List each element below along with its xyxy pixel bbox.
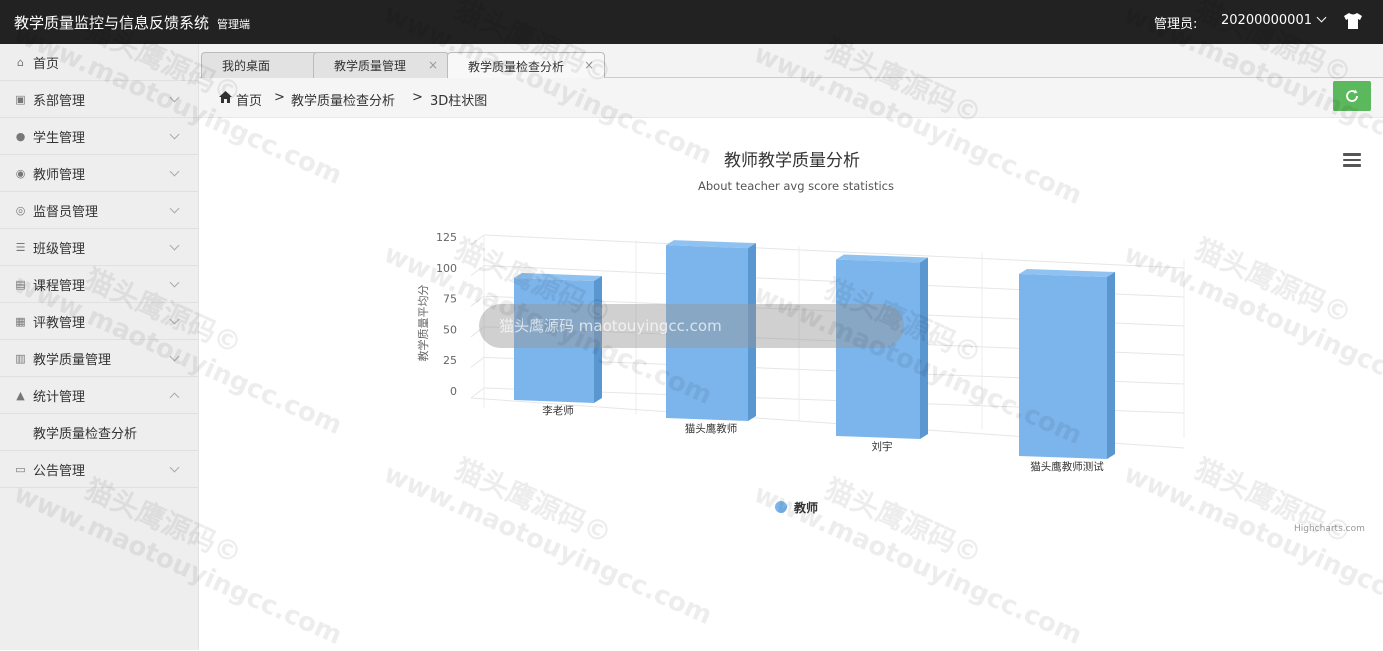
- main-content: 教师教学质量分析 About teacher avg score statist…: [199, 118, 1383, 650]
- sidebar-item-label: 班级管理: [33, 241, 86, 257]
- user-icon: ●: [15, 129, 26, 143]
- sidebar-item-label: 监督员管理: [33, 204, 99, 220]
- tab-label: 教学质量检查分析: [468, 59, 565, 74]
- sidebar-item-label: 评教管理: [33, 315, 86, 331]
- sidebar-item-label: 首页: [33, 56, 60, 72]
- sidebar-item-quality[interactable]: ▥ 教学质量管理: [0, 340, 198, 377]
- chart-credits[interactable]: Highcharts.com: [1294, 524, 1365, 534]
- app-title: 教学质量监控与信息反馈系统 管理端: [14, 12, 250, 33]
- sidebar-item-label: 系部管理: [33, 93, 86, 109]
- admin-dropdown[interactable]: 20200000001: [1221, 12, 1327, 28]
- y-tick-label: 0: [450, 385, 457, 398]
- sidebar: ⌂ 首页 ▣ 系部管理 ● 学生管理 ◉ 教师管理 ◎ 监督员管理 ☰ 班级管理 ▤ 课程管理…: [0, 44, 199, 650]
- skin-icon[interactable]: [1344, 13, 1362, 29]
- sidebar-item-evaluation[interactable]: ▦ 评教管理: [0, 303, 198, 340]
- tab-label: 我的桌面: [222, 59, 271, 73]
- y-tick-label: 100: [436, 262, 457, 275]
- y-tick-label: 50: [443, 323, 457, 336]
- tab-bar: 我的桌面 教学质量管理 × 教学质量检查分析 ×: [199, 44, 1383, 79]
- breadcrumb-analysis[interactable]: 教学质量检查分析: [291, 90, 395, 109]
- sidebar-item-label: 课程管理: [33, 278, 86, 294]
- chevron-down-icon: [169, 462, 180, 473]
- list-icon: ☰: [15, 240, 26, 254]
- x-tick-label: 猫头鹰教师测试: [1030, 460, 1104, 473]
- legend-item: 教师: [793, 500, 818, 515]
- quality-icon: ▥: [15, 351, 26, 365]
- x-tick-label: 刘宇: [872, 440, 893, 453]
- breadcrumb: 首页 > 教学质量检查分析 > 3D柱状图: [199, 78, 1383, 118]
- stats-icon: ▲: [16, 388, 25, 402]
- admin-label: 管理员:: [1154, 17, 1198, 32]
- x-tick-label: 猫头鹰教师: [685, 422, 738, 435]
- book-icon: ▤: [15, 277, 26, 291]
- close-icon[interactable]: ×: [584, 58, 594, 72]
- watermark-overlay-bar: 猫头鹰源码 maotouyingcc.com: [479, 304, 904, 348]
- tab-quality-management[interactable]: 教学质量管理 ×: [313, 52, 449, 78]
- chevron-down-icon: [169, 203, 180, 214]
- sidebar-item-classes[interactable]: ☰ 班级管理: [0, 229, 198, 266]
- close-icon[interactable]: ×: [428, 58, 438, 72]
- sidebar-item-students[interactable]: ● 学生管理: [0, 118, 198, 155]
- tab-desktop[interactable]: 我的桌面: [201, 52, 319, 78]
- bar-side: [1107, 272, 1115, 459]
- refresh-button[interactable]: [1333, 81, 1371, 111]
- sidebar-subitem-quality-analysis[interactable]: 教学质量检查分析: [0, 414, 198, 451]
- breadcrumb-separator: >: [412, 90, 423, 105]
- notice-icon: ▭: [15, 462, 26, 476]
- sidebar-item-label: 公告管理: [33, 463, 86, 479]
- home-icon: [219, 91, 232, 103]
- gridline-side: [470, 387, 485, 399]
- y-tick-label: 125: [436, 231, 457, 244]
- gridline-side: [470, 265, 485, 276]
- chevron-down-icon: [169, 314, 180, 325]
- chevron-down-icon: [169, 166, 180, 177]
- sidebar-item-home[interactable]: ⌂ 首页: [0, 44, 198, 81]
- chevron-down-icon: [169, 129, 180, 140]
- evaluate-icon: ▦: [15, 314, 26, 328]
- legend-marker: [775, 501, 787, 513]
- breadcrumb-current: 3D柱状图: [430, 94, 488, 109]
- sidebar-item-courses[interactable]: ▤ 课程管理: [0, 266, 198, 303]
- bar: [1019, 274, 1107, 459]
- x-tick-label: 李老师: [542, 404, 574, 417]
- top-navbar: 教学质量监控与信息反馈系统 管理端 管理员: 20200000001: [0, 0, 1383, 44]
- admin-id: 20200000001: [1221, 13, 1312, 28]
- app-subtitle: 管理端: [217, 18, 251, 31]
- sidebar-item-label: 教师管理: [33, 167, 86, 183]
- gridline: [483, 234, 1185, 269]
- user-circle-icon: ◉: [15, 166, 26, 180]
- refresh-icon: [1346, 89, 1358, 102]
- sidebar-item-statistics[interactable]: ▲ 统计管理: [0, 377, 198, 414]
- tab-quality-analysis[interactable]: 教学质量检查分析 ×: [447, 52, 605, 79]
- chevron-up-icon: [169, 392, 180, 403]
- supervisor-icon: ◎: [15, 203, 26, 217]
- chevron-down-icon: [169, 351, 180, 362]
- y-axis-label: 教学质量平均分: [416, 285, 430, 362]
- bar: [836, 259, 920, 439]
- bar-side: [920, 257, 928, 439]
- sidebar-item-label: 统计管理: [33, 389, 86, 405]
- home-icon: ⌂: [17, 55, 24, 69]
- sidebar-item-label: 学生管理: [33, 130, 86, 146]
- tab-label: 教学质量管理: [334, 59, 407, 73]
- gridline-side: [470, 357, 485, 368]
- app-title-text: 教学质量监控与信息反馈系统: [14, 14, 210, 32]
- y-tick-label: 25: [443, 354, 457, 367]
- breadcrumb-home[interactable]: 首页: [236, 90, 262, 109]
- sidebar-item-department[interactable]: ▣ 系部管理: [0, 81, 198, 118]
- chevron-down-icon: [169, 240, 180, 251]
- chevron-down-icon: [169, 92, 180, 103]
- sidebar-item-teachers[interactable]: ◉ 教师管理: [0, 155, 198, 192]
- building-icon: ▣: [15, 92, 26, 106]
- sidebar-item-notices[interactable]: ▭ 公告管理: [0, 451, 198, 488]
- y-tick-label: 75: [443, 293, 457, 306]
- gridline-side: [470, 234, 485, 246]
- gridline-side: [470, 295, 485, 307]
- chevron-down-icon: [169, 277, 180, 288]
- chevron-down-icon: [1316, 12, 1327, 23]
- breadcrumb-separator: >: [274, 90, 285, 105]
- sidebar-subitem-label: 教学质量检查分析: [33, 426, 138, 442]
- sidebar-item-supervisors[interactable]: ◎ 监督员管理: [0, 192, 198, 229]
- sidebar-item-label: 教学质量管理: [33, 352, 112, 368]
